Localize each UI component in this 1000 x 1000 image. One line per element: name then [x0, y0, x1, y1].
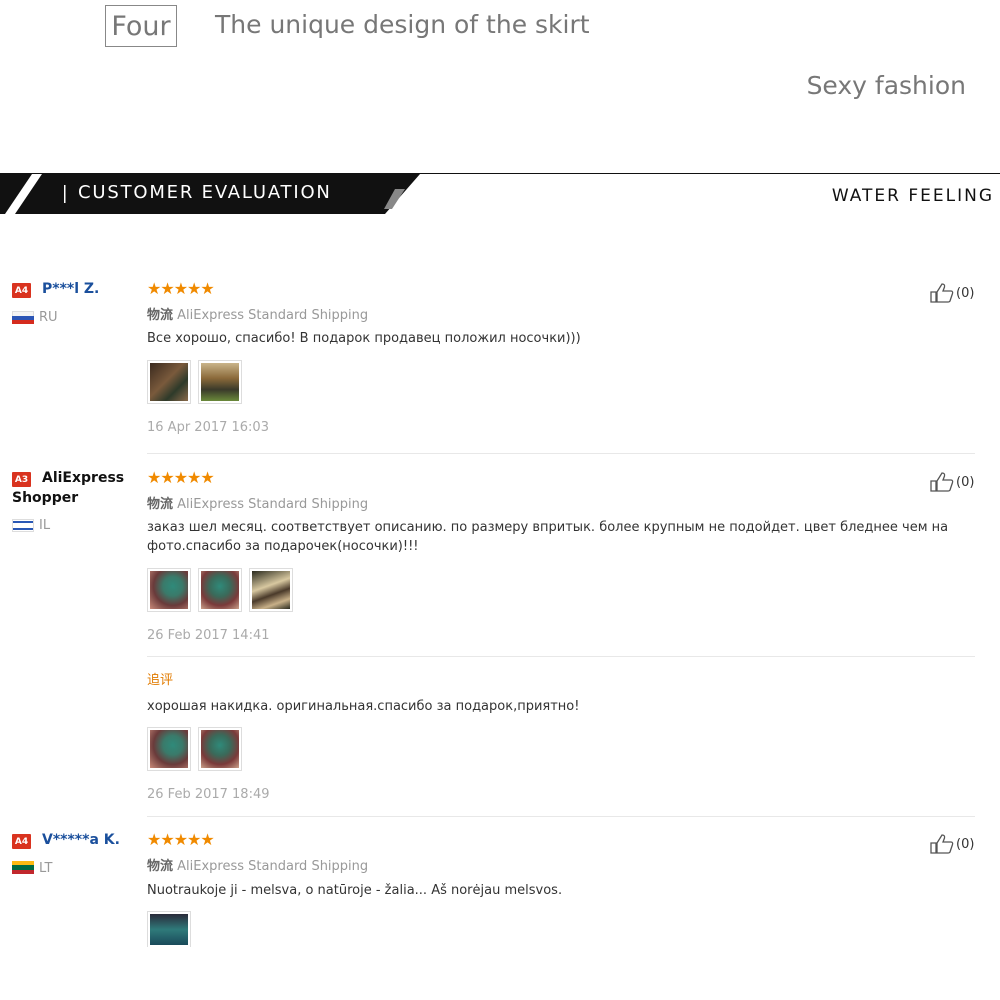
- review-photo[interactable]: [249, 568, 293, 612]
- shipping-method: AliExpress Standard Shipping: [177, 859, 369, 874]
- review-photo[interactable]: [147, 911, 191, 947]
- review-text-line1: заказ шел месяц. соответствует описанию.…: [147, 520, 949, 535]
- review-date: 26 Feb 2017 14:41: [147, 628, 270, 643]
- rating-stars: ★★★★★: [147, 830, 215, 849]
- rating-stars: ★★★★★: [147, 279, 215, 298]
- thumbs-up-icon: [930, 834, 954, 854]
- review-text: Все хорошо, спасибо! В подарок продавец …: [147, 331, 581, 346]
- review-photo[interactable]: [147, 568, 191, 612]
- review-date: 16 Apr 2017 16:03: [147, 420, 269, 435]
- user-level-badge: A3: [12, 472, 31, 487]
- level-badge: A4: [12, 283, 31, 298]
- shipping-prefix: 物流: [147, 859, 174, 874]
- review-separator: [147, 453, 975, 454]
- like-button[interactable]: (0): [930, 283, 974, 303]
- followup-date: 26 Feb 2017 18:49: [147, 787, 270, 802]
- followup-separator: [147, 656, 975, 657]
- reviewer-name[interactable]: P***l Z.: [42, 281, 99, 297]
- followup-photo[interactable]: [147, 727, 191, 771]
- review-text-line2: фото.спасибо за подарочек(носочки)!!!: [147, 539, 419, 554]
- reviewer-country: RU: [39, 310, 58, 325]
- russia-flag-icon: [12, 311, 34, 324]
- lithuania-flag-icon: [12, 861, 34, 874]
- section-number-box: Four: [105, 5, 177, 47]
- user-level-badge: A4: [12, 834, 31, 849]
- like-button[interactable]: (0): [930, 834, 974, 854]
- shipping-prefix: 物流: [147, 497, 174, 512]
- shipping-info: 物流 AliExpress Standard Shipping: [147, 493, 368, 512]
- review-photo[interactable]: [198, 360, 242, 404]
- banner-title: CUSTOMER EVALUATION: [78, 182, 332, 203]
- banner-right-label: WATER FEELING: [831, 186, 994, 206]
- reviewer-name-line2[interactable]: Shopper: [12, 490, 78, 506]
- followup-photo[interactable]: [198, 727, 242, 771]
- like-button[interactable]: (0): [930, 472, 974, 492]
- like-count: (0): [956, 285, 975, 301]
- shipping-method: AliExpress Standard Shipping: [177, 497, 369, 512]
- shipping-info: 物流 AliExpress Standard Shipping: [147, 304, 368, 323]
- followup-text: хорошая накидка. оригинальная.спасибо за…: [147, 699, 580, 714]
- level-badge: A3: [12, 472, 31, 487]
- like-count: (0): [956, 474, 975, 490]
- like-count: (0): [956, 836, 975, 852]
- user-level-badge: A4: [12, 283, 31, 298]
- shipping-method: AliExpress Standard Shipping: [177, 308, 369, 323]
- reviewer-country: LT: [39, 861, 53, 876]
- section-headline: The unique design of the skirt: [215, 10, 590, 39]
- reviewer-name[interactable]: V*****a K.: [42, 832, 120, 848]
- review-photo[interactable]: [147, 360, 191, 404]
- reviewer-country: IL: [39, 518, 51, 533]
- review-photo[interactable]: [198, 568, 242, 612]
- review-text: Nuotraukoje ji - melsva, o natūroje - ža…: [147, 883, 563, 898]
- thumbs-up-icon: [930, 283, 954, 303]
- shipping-prefix: 物流: [147, 308, 174, 323]
- reviewer-name-line1[interactable]: AliExpress: [42, 470, 124, 486]
- followup-label: 追评: [147, 673, 174, 688]
- review-separator: [147, 816, 975, 817]
- israel-flag-icon: [12, 519, 34, 532]
- level-badge: A4: [12, 834, 31, 849]
- shipping-info: 物流 AliExpress Standard Shipping: [147, 855, 368, 874]
- rating-stars: ★★★★★: [147, 468, 215, 487]
- section-subline: Sexy fashion: [806, 71, 966, 100]
- thumbs-up-icon: [930, 472, 954, 492]
